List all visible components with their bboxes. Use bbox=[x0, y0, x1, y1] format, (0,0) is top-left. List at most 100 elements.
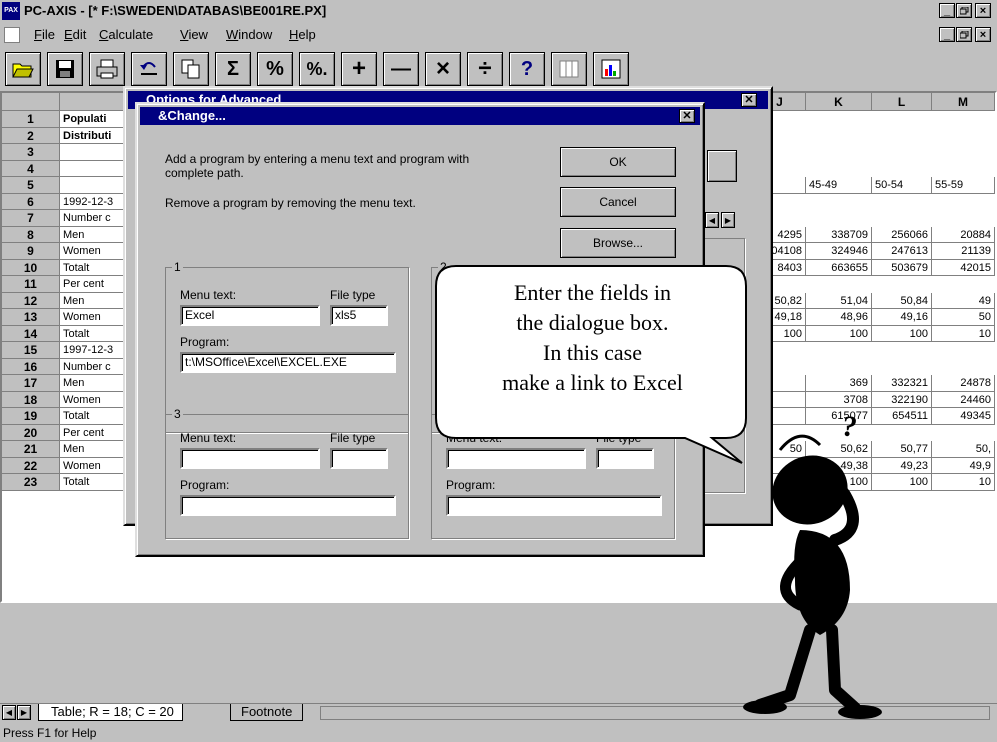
data-cell[interactable]: 49,16 bbox=[872, 309, 932, 326]
program-field-1[interactable]: t:\MSOffice\Excel\EXCEL.EXE bbox=[180, 352, 396, 373]
row-header[interactable]: 18 bbox=[2, 391, 60, 408]
data-cell[interactable]: 100 bbox=[872, 325, 932, 342]
row-label-cell[interactable]: Per cent bbox=[60, 276, 130, 293]
row-label-cell[interactable]: Women bbox=[60, 309, 130, 326]
restore-button[interactable] bbox=[956, 3, 972, 18]
row-label-cell[interactable]: Women bbox=[60, 391, 130, 408]
data-cell[interactable]: 332321 bbox=[872, 375, 932, 392]
row-label-cell[interactable] bbox=[60, 144, 130, 161]
change-close-button[interactable]: ✕ bbox=[679, 109, 695, 123]
data-cell[interactable]: 100 bbox=[806, 325, 872, 342]
options-close-button[interactable]: ✕ bbox=[741, 93, 757, 107]
print-button[interactable] bbox=[89, 52, 125, 86]
columns-button[interactable] bbox=[551, 52, 587, 86]
row-header[interactable]: 23 bbox=[2, 474, 60, 491]
data-cell[interactable]: 50,84 bbox=[872, 292, 932, 309]
row-header[interactable]: 2 bbox=[2, 127, 60, 144]
percent-button[interactable]: % bbox=[257, 52, 293, 86]
file-type-field-1[interactable]: xls5 bbox=[330, 305, 388, 326]
browse-button[interactable]: Browse... bbox=[560, 228, 676, 258]
row-label-cell[interactable]: Men bbox=[60, 441, 130, 458]
menu-edit[interactable]: Edit bbox=[64, 27, 86, 42]
tab-scroll-right[interactable]: ▶ bbox=[17, 705, 31, 720]
row-label-cell[interactable]: Number c bbox=[60, 358, 130, 375]
row-label-cell[interactable]: Totalt bbox=[60, 474, 130, 491]
row-header[interactable]: 17 bbox=[2, 375, 60, 392]
data-cell[interactable]: 663655 bbox=[806, 259, 872, 276]
tab-scroll-left[interactable]: ◀ bbox=[2, 705, 16, 720]
menu-window[interactable]: Window bbox=[226, 27, 272, 42]
data-cell[interactable]: 21139 bbox=[932, 243, 995, 260]
row-header[interactable]: 22 bbox=[2, 457, 60, 474]
row-label-cell[interactable]: Men bbox=[60, 292, 130, 309]
menu-view[interactable]: View bbox=[180, 27, 208, 42]
options-scroll-right[interactable]: ▶ bbox=[721, 212, 735, 228]
sum-button[interactable]: Σ bbox=[215, 52, 251, 86]
column-header[interactable]: K bbox=[806, 93, 872, 111]
row-label-cell[interactable]: Populati bbox=[60, 111, 130, 128]
data-cell[interactable]: 247613 bbox=[872, 243, 932, 260]
data-cell[interactable]: 45-49 bbox=[806, 177, 872, 194]
doc-close-button[interactable]: × bbox=[975, 27, 991, 42]
row-header[interactable]: 20 bbox=[2, 424, 60, 441]
data-cell[interactable]: 338709 bbox=[806, 226, 872, 243]
program-field-4[interactable] bbox=[446, 495, 662, 516]
percent-alt-button[interactable]: %. bbox=[299, 52, 335, 86]
row-header[interactable]: 5 bbox=[2, 177, 60, 194]
menu-calculate[interactable]: Calculate bbox=[99, 27, 153, 42]
corner-cell[interactable] bbox=[2, 93, 60, 111]
program-field-3[interactable] bbox=[180, 495, 396, 516]
open-button[interactable] bbox=[5, 52, 41, 86]
row-header[interactable]: 4 bbox=[2, 160, 60, 177]
help-button[interactable]: ? bbox=[509, 52, 545, 86]
multiply-button[interactable]: × bbox=[425, 52, 461, 86]
save-button[interactable] bbox=[47, 52, 83, 86]
row-header[interactable]: 14 bbox=[2, 325, 60, 342]
row-header[interactable]: 11 bbox=[2, 276, 60, 293]
options-side-button[interactable] bbox=[707, 150, 737, 182]
data-cell[interactable]: 42015 bbox=[932, 259, 995, 276]
data-cell[interactable]: 503679 bbox=[872, 259, 932, 276]
row-label-cell[interactable]: Women bbox=[60, 243, 130, 260]
row-header[interactable]: 9 bbox=[2, 243, 60, 260]
minus-button[interactable]: — bbox=[383, 52, 419, 86]
row-header[interactable]: 15 bbox=[2, 342, 60, 359]
column-header[interactable]: L bbox=[872, 93, 932, 111]
row-label-cell[interactable]: Totalt bbox=[60, 259, 130, 276]
tab-footnote[interactable]: Footnote bbox=[230, 704, 304, 721]
menu-help[interactable]: Help bbox=[289, 27, 316, 42]
row-header[interactable]: 1 bbox=[2, 111, 60, 128]
close-button[interactable]: × bbox=[975, 3, 991, 18]
row-header[interactable]: 16 bbox=[2, 358, 60, 375]
divide-button[interactable]: ÷ bbox=[467, 52, 503, 86]
row-header[interactable]: 19 bbox=[2, 408, 60, 425]
column-header[interactable]: M bbox=[932, 93, 995, 111]
row-header[interactable]: 3 bbox=[2, 144, 60, 161]
data-cell[interactable]: 10 bbox=[932, 325, 995, 342]
column-header[interactable] bbox=[60, 93, 130, 111]
menu-file[interactable]: File bbox=[34, 27, 55, 42]
ok-button[interactable]: OK bbox=[560, 147, 676, 177]
row-header[interactable]: 10 bbox=[2, 259, 60, 276]
row-label-cell[interactable]: Men bbox=[60, 375, 130, 392]
tab-table[interactable]: Table; R = 18; C = 20 bbox=[38, 704, 183, 721]
row-label-cell[interactable]: 1997-12-3 bbox=[60, 342, 130, 359]
row-header[interactable]: 6 bbox=[2, 193, 60, 210]
data-cell[interactable]: 50-54 bbox=[872, 177, 932, 194]
data-cell[interactable]: 24878 bbox=[932, 375, 995, 392]
data-cell[interactable]: 3708 bbox=[806, 391, 872, 408]
doc-minimize-button[interactable]: _ bbox=[939, 27, 955, 42]
data-cell[interactable]: 256066 bbox=[872, 226, 932, 243]
row-header[interactable]: 8 bbox=[2, 226, 60, 243]
plus-button[interactable]: + bbox=[341, 52, 377, 86]
menu-text-field-1[interactable]: Excel bbox=[180, 305, 320, 326]
data-cell[interactable]: 55-59 bbox=[932, 177, 995, 194]
row-header[interactable]: 21 bbox=[2, 441, 60, 458]
data-cell[interactable]: 50 bbox=[932, 309, 995, 326]
row-label-cell[interactable]: Men bbox=[60, 226, 130, 243]
row-label-cell[interactable]: Distributi bbox=[60, 127, 130, 144]
data-cell[interactable]: 324946 bbox=[806, 243, 872, 260]
doc-restore-button[interactable] bbox=[956, 27, 972, 42]
row-header[interactable]: 7 bbox=[2, 210, 60, 227]
minimize-button[interactable]: _ bbox=[939, 3, 955, 18]
